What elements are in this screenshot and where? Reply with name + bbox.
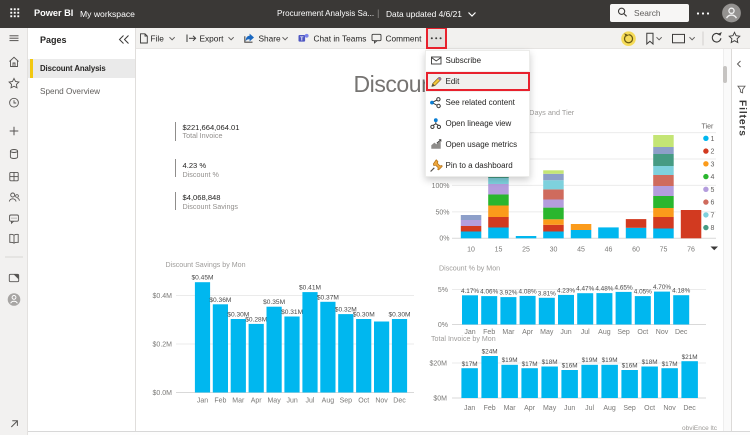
svg-text:$17M: $17M xyxy=(462,361,478,368)
svg-text:Apr: Apr xyxy=(524,405,536,412)
svg-text:$0.30M: $0.30M xyxy=(353,312,375,319)
svg-text:$24M: $24M xyxy=(482,349,498,356)
svg-text:Mar: Mar xyxy=(232,398,245,405)
svg-text:$19M: $19M xyxy=(582,357,598,364)
svg-text:Apr: Apr xyxy=(251,398,263,405)
svg-text:3.81%: 3.81% xyxy=(538,290,556,297)
svg-text:Nov: Nov xyxy=(663,405,676,412)
svg-text:50%: 50% xyxy=(435,209,449,216)
svg-text:Dec: Dec xyxy=(675,329,688,336)
svg-text:4.05%: 4.05% xyxy=(634,289,652,296)
svg-text:$0.37M: $0.37M xyxy=(317,294,339,301)
svg-text:May: May xyxy=(267,398,281,405)
svg-text:4.47%: 4.47% xyxy=(576,286,594,293)
svg-text:$18M: $18M xyxy=(642,359,658,366)
svg-text:$0.45M: $0.45M xyxy=(192,275,214,282)
svg-text:4.70%: 4.70% xyxy=(653,284,671,291)
svg-text:Jun: Jun xyxy=(560,329,571,336)
svg-text:$0M: $0M xyxy=(433,395,447,402)
svg-text:Aug: Aug xyxy=(603,405,616,412)
svg-text:0%: 0% xyxy=(439,236,449,243)
svg-text:10: 10 xyxy=(467,247,475,254)
svg-text:$0.4M: $0.4M xyxy=(153,293,173,300)
svg-text:Oct: Oct xyxy=(358,398,369,405)
svg-text:60: 60 xyxy=(632,247,640,254)
svg-text:76: 76 xyxy=(687,247,695,254)
svg-text:$0.36M: $0.36M xyxy=(209,297,231,304)
svg-text:$18M: $18M xyxy=(542,359,558,366)
svg-text:30: 30 xyxy=(550,247,558,254)
svg-text:0%: 0% xyxy=(438,322,448,329)
svg-text:5%: 5% xyxy=(438,287,448,294)
svg-text:45: 45 xyxy=(577,247,585,254)
svg-text:Discount % by Mon: Discount % by Mon xyxy=(439,265,500,273)
svg-text:$19M: $19M xyxy=(602,357,618,364)
svg-text:Apr: Apr xyxy=(522,329,534,336)
svg-text:Jul: Jul xyxy=(306,398,315,405)
svg-text:25: 25 xyxy=(522,247,530,254)
svg-text:Aug: Aug xyxy=(598,329,611,336)
svg-text:$0.30M: $0.30M xyxy=(389,312,411,319)
svg-text:$17M: $17M xyxy=(522,361,538,368)
svg-text:Total Invoice by Mon: Total Invoice by Mon xyxy=(431,335,496,343)
svg-text:$0.35M: $0.35M xyxy=(263,299,285,306)
svg-text:$16M: $16M xyxy=(562,363,578,370)
svg-text:Nov: Nov xyxy=(656,329,669,336)
svg-text:Oct: Oct xyxy=(637,329,648,336)
svg-text:$0.41M: $0.41M xyxy=(299,285,321,292)
svg-text:8: 8 xyxy=(711,225,715,232)
svg-text:7: 7 xyxy=(711,212,715,219)
svg-text:4.48%: 4.48% xyxy=(595,286,613,293)
svg-text:Nov: Nov xyxy=(375,398,388,405)
svg-text:Sep: Sep xyxy=(617,329,630,336)
svg-text:May: May xyxy=(540,329,554,336)
svg-text:$17M: $17M xyxy=(662,361,678,368)
svg-text:3.92%: 3.92% xyxy=(499,290,517,297)
svg-text:Mar: Mar xyxy=(502,329,515,336)
svg-text:Jul: Jul xyxy=(581,329,590,336)
svg-text:Jan: Jan xyxy=(464,405,475,412)
svg-text:Dec: Dec xyxy=(393,398,406,405)
svg-text:Oct: Oct xyxy=(644,405,655,412)
svg-text:4.08%: 4.08% xyxy=(519,288,537,295)
svg-text:4.17%: 4.17% xyxy=(461,288,479,295)
svg-text:Feb: Feb xyxy=(484,405,496,412)
svg-text:$0.31M: $0.31M xyxy=(281,309,303,316)
svg-text:$0.2M: $0.2M xyxy=(153,341,173,348)
svg-text:Mar: Mar xyxy=(504,405,517,412)
svg-text:Jun: Jun xyxy=(564,405,575,412)
svg-text:Jul: Jul xyxy=(585,405,594,412)
svg-text:15: 15 xyxy=(495,247,503,254)
svg-text:4.65%: 4.65% xyxy=(615,284,633,291)
svg-text:$0.0M: $0.0M xyxy=(153,390,173,397)
svg-text:Discount Savings by Mon: Discount Savings by Mon xyxy=(166,261,246,269)
svg-text:Jan: Jan xyxy=(197,398,208,405)
svg-text:4.23%: 4.23% xyxy=(557,287,575,294)
svg-text:May: May xyxy=(543,405,557,412)
svg-text:Dec: Dec xyxy=(683,405,696,412)
svg-text:Sep: Sep xyxy=(623,405,636,412)
svg-text:$20M: $20M xyxy=(429,360,447,367)
svg-text:4.06%: 4.06% xyxy=(480,289,498,296)
svg-text:46: 46 xyxy=(605,247,613,254)
svg-text:6: 6 xyxy=(711,200,715,207)
svg-text:Jun: Jun xyxy=(286,398,297,405)
svg-text:$0.28M: $0.28M xyxy=(245,316,267,323)
svg-text:4.18%: 4.18% xyxy=(672,288,690,295)
svg-text:$19M: $19M xyxy=(502,357,518,364)
svg-text:$21M: $21M xyxy=(682,354,698,361)
svg-text:Sep: Sep xyxy=(340,398,353,405)
svg-text:Aug: Aug xyxy=(322,398,335,405)
svg-text:Feb: Feb xyxy=(214,398,226,405)
svg-text:75: 75 xyxy=(660,247,668,254)
svg-text:$16M: $16M xyxy=(622,363,638,370)
